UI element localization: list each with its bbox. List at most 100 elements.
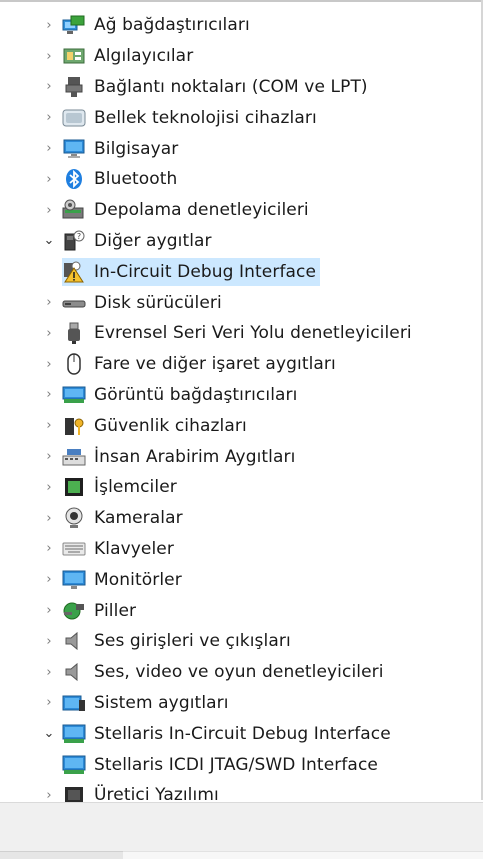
chevron-right-icon[interactable]: › bbox=[36, 358, 62, 371]
tree-item[interactable]: › İşlemciler bbox=[0, 472, 480, 503]
chevron-right-icon[interactable]: › bbox=[36, 635, 62, 648]
tree-item[interactable]: › Disk sürücüleri bbox=[0, 287, 480, 318]
tree-item-label: Bilgisayar bbox=[94, 138, 179, 159]
tree-item-content[interactable]: Bluetooth bbox=[62, 165, 181, 193]
keyboard-icon bbox=[62, 538, 86, 560]
chevron-right-icon[interactable]: › bbox=[36, 666, 62, 679]
chevron-right-icon[interactable]: › bbox=[36, 388, 62, 401]
chevron-right-icon[interactable]: › bbox=[36, 327, 62, 340]
tree-item-content[interactable]: Disk sürücüleri bbox=[62, 289, 226, 317]
chevron-right-icon[interactable]: › bbox=[36, 604, 62, 617]
tree-item[interactable]: › Kameralar bbox=[0, 503, 480, 534]
tree-item[interactable]: › Algılayıcılar bbox=[0, 41, 480, 72]
computer-icon bbox=[62, 138, 86, 160]
tree-item[interactable]: › Evrensel Seri Veri Yolu denetleyicileri bbox=[0, 318, 480, 349]
tree-item[interactable]: › İnsan Arabirim Aygıtları bbox=[0, 441, 480, 472]
tree-item-content[interactable]: Bellek teknolojisi cihazları bbox=[62, 104, 321, 132]
tree-item-label: Ses girişleri ve çıkışları bbox=[94, 631, 291, 652]
tree-item[interactable]: › Fare ve diğer işaret aygıtları bbox=[0, 349, 480, 380]
chevron-right-icon[interactable]: › bbox=[36, 573, 62, 586]
tree-item[interactable]: › Klavyeler bbox=[0, 534, 480, 565]
tree-item-content[interactable]: Algılayıcılar bbox=[62, 42, 197, 70]
tree-item-content[interactable]: Piller bbox=[62, 597, 140, 625]
chevron-right-icon[interactable]: › bbox=[36, 512, 62, 525]
tree-item-label: Sistem aygıtları bbox=[94, 692, 229, 713]
battery-icon bbox=[62, 600, 86, 622]
chevron-right-icon[interactable]: › bbox=[36, 80, 62, 93]
tree-item[interactable]: › Monitörler bbox=[0, 564, 480, 595]
chevron-right-icon[interactable]: › bbox=[36, 789, 62, 802]
chevron-right-icon[interactable]: › bbox=[36, 19, 62, 32]
tree-item[interactable]: › Üretici Yazılımı bbox=[0, 780, 480, 802]
tree-item-label: Stellaris In-Circuit Debug Interface bbox=[94, 723, 391, 744]
status-bar-segment bbox=[123, 851, 483, 859]
tree-item-content[interactable]: Monitörler bbox=[62, 566, 186, 594]
tree-item-content[interactable]: Bilgisayar bbox=[62, 135, 182, 163]
tree-item-content[interactable]: Evrensel Seri Veri Yolu denetleyicileri bbox=[62, 319, 416, 347]
tree-item[interactable]: › Güvenlik cihazları bbox=[0, 410, 480, 441]
tree-item-content[interactable]: Stellaris ICDI JTAG/SWD Interface bbox=[62, 751, 382, 779]
port-icon bbox=[62, 76, 86, 98]
tree-item-label: Ağ bağdaştırıcıları bbox=[94, 15, 250, 36]
tree-item-content[interactable]: Güvenlik cihazları bbox=[62, 412, 251, 440]
chevron-right-icon[interactable]: › bbox=[36, 173, 62, 186]
monitor-icon bbox=[62, 569, 86, 591]
tree-item-content[interactable]: Kameralar bbox=[62, 504, 187, 532]
chevron-down-icon[interactable]: ⌄ bbox=[36, 727, 62, 740]
chevron-right-icon[interactable]: › bbox=[36, 696, 62, 709]
chevron-right-icon[interactable]: › bbox=[36, 450, 62, 463]
tree-item[interactable]: Stellaris ICDI JTAG/SWD Interface bbox=[0, 749, 480, 780]
tree-item-label: Depolama denetleyicileri bbox=[94, 200, 309, 221]
tree-item-content[interactable]: Üretici Yazılımı bbox=[62, 781, 223, 802]
device-manager-window: › Ağ bağdaştırıcıları › Algılayıcılar › Bağla… bbox=[0, 0, 483, 859]
tree-item-content[interactable]: Stellaris In-Circuit Debug Interface bbox=[62, 720, 395, 748]
tree-item[interactable]: › Depolama denetleyicileri bbox=[0, 195, 480, 226]
tree-item-label: Stellaris ICDI JTAG/SWD Interface bbox=[94, 754, 378, 775]
chevron-down-icon[interactable]: ⌄ bbox=[36, 234, 62, 247]
device-tree[interactable]: › Ağ bağdaştırıcıları › Algılayıcılar › Bağla… bbox=[0, 10, 480, 802]
tree-item[interactable]: › Bluetooth bbox=[0, 164, 480, 195]
tree-item-content[interactable]: In-Circuit Debug Interface bbox=[62, 257, 321, 286]
usb-icon bbox=[62, 322, 86, 345]
tree-item[interactable]: In-Circuit Debug Interface bbox=[0, 256, 480, 287]
tree-item[interactable]: › Ses, video ve oyun denetleyicileri bbox=[0, 657, 480, 688]
tree-item-label: Piller bbox=[94, 600, 137, 621]
tree-item-content[interactable]: ? Diğer aygıtlar bbox=[62, 227, 216, 255]
tree-item-content[interactable]: Ses, video ve oyun denetleyicileri bbox=[62, 658, 388, 686]
tree-item-content[interactable]: İşlemciler bbox=[62, 473, 181, 501]
chevron-right-icon[interactable]: › bbox=[36, 419, 62, 432]
tree-item-label: Ses, video ve oyun denetleyicileri bbox=[94, 662, 384, 683]
processor-icon bbox=[62, 476, 86, 498]
chevron-right-icon[interactable]: › bbox=[36, 204, 62, 217]
tree-item-content[interactable]: Sistem aygıtları bbox=[62, 689, 233, 717]
chevron-right-icon[interactable]: › bbox=[36, 142, 62, 155]
tree-item[interactable]: › Bellek teknolojisi cihazları bbox=[0, 102, 480, 133]
tree-item-content[interactable]: İnsan Arabirim Aygıtları bbox=[62, 443, 299, 471]
tree-item-label: Fare ve diğer işaret aygıtları bbox=[94, 354, 336, 375]
tree-item[interactable]: › Piller bbox=[0, 595, 480, 626]
tree-item[interactable]: ⌄ Stellaris In-Circuit Debug Interface bbox=[0, 718, 480, 749]
tree-item[interactable]: ⌄? Diğer aygıtlar bbox=[0, 226, 480, 257]
tree-item-label: İnsan Arabirim Aygıtları bbox=[94, 446, 296, 467]
warning-device-icon bbox=[62, 261, 86, 283]
chevron-right-icon[interactable]: › bbox=[36, 296, 62, 309]
tree-item-content[interactable]: Ağ bağdaştırıcıları bbox=[62, 11, 254, 39]
chevron-right-icon[interactable]: › bbox=[36, 111, 62, 124]
tree-item[interactable]: › Bilgisayar bbox=[0, 133, 480, 164]
tree-item-content[interactable]: Fare ve diğer işaret aygıtları bbox=[62, 350, 340, 378]
tree-item-content[interactable]: Görüntü bağdaştırıcıları bbox=[62, 381, 301, 409]
chevron-right-icon[interactable]: › bbox=[36, 50, 62, 63]
chevron-right-icon[interactable]: › bbox=[36, 481, 62, 494]
tree-item-content[interactable]: Bağlantı noktaları (COM ve LPT) bbox=[62, 73, 372, 101]
camera-icon bbox=[62, 507, 86, 529]
tree-item[interactable]: › Sistem aygıtları bbox=[0, 688, 480, 719]
tree-item[interactable]: › Bağlantı noktaları (COM ve LPT) bbox=[0, 72, 480, 103]
tree-item-label: Görüntü bağdaştırıcıları bbox=[94, 384, 298, 405]
tree-item-content[interactable]: Ses girişleri ve çıkışları bbox=[62, 627, 295, 655]
tree-item[interactable]: › Ses girişleri ve çıkışları bbox=[0, 626, 480, 657]
tree-item-content[interactable]: Klavyeler bbox=[62, 535, 178, 563]
chevron-right-icon[interactable]: › bbox=[36, 542, 62, 555]
tree-item-content[interactable]: Depolama denetleyicileri bbox=[62, 196, 313, 224]
tree-item[interactable]: › Görüntü bağdaştırıcıları bbox=[0, 380, 480, 411]
tree-item[interactable]: › Ağ bağdaştırıcıları bbox=[0, 10, 480, 41]
